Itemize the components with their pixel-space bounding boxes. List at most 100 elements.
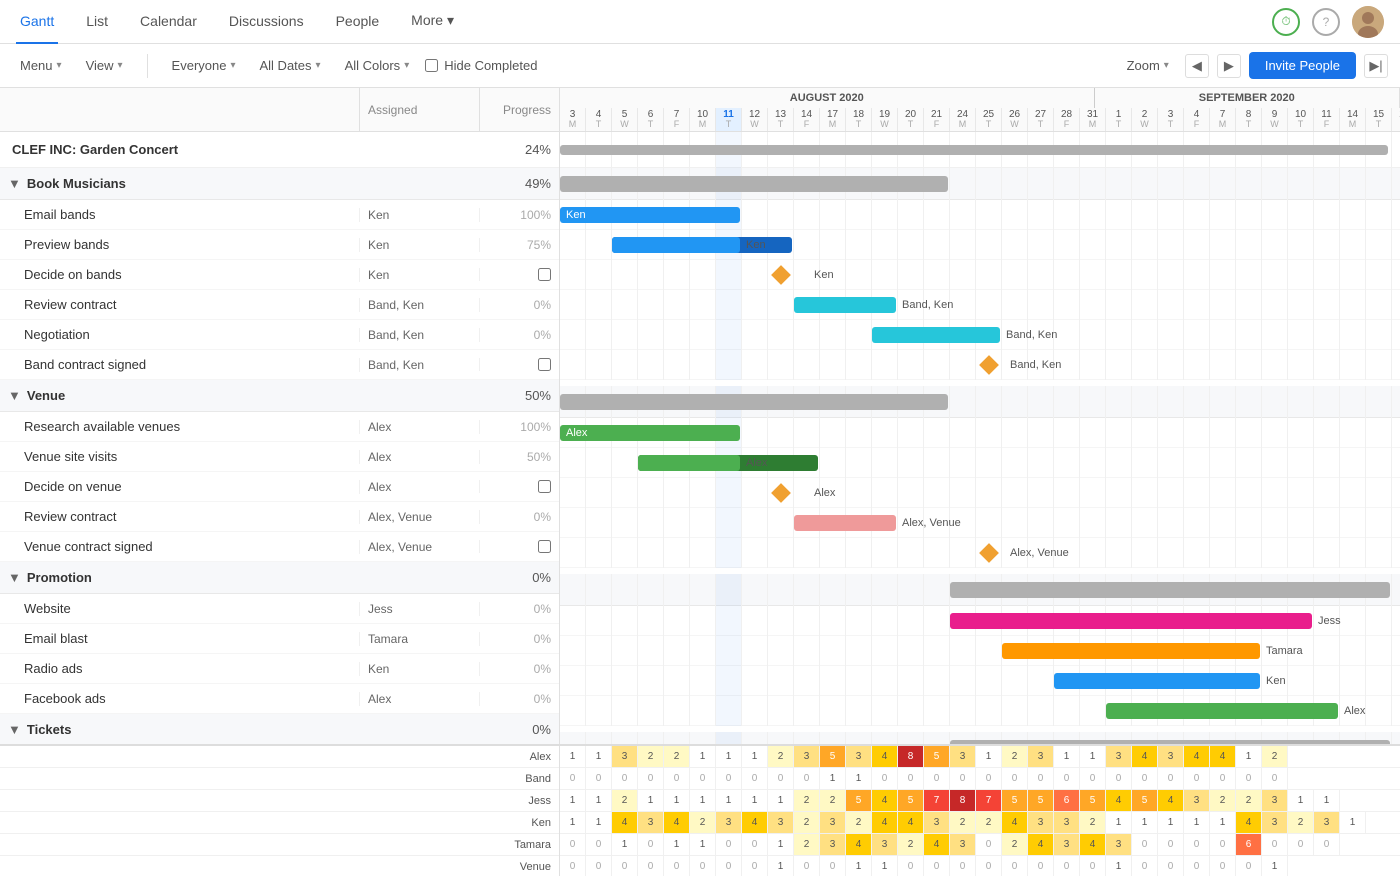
day-cell-0: 3M [560, 108, 586, 131]
gantt-col-16 [976, 636, 1002, 666]
wl-cell-5-24: 0 [1184, 856, 1210, 876]
nav-tab-more[interactable]: More ▾ [407, 0, 458, 44]
gantt-col-31 [1366, 636, 1392, 666]
task-progress: 0% [479, 632, 559, 646]
task-checkbox[interactable] [538, 540, 551, 553]
help-icon[interactable]: ? [1312, 8, 1340, 36]
wl-name-row-3: Ken [0, 812, 559, 834]
gantt-col-11 [846, 478, 872, 508]
wl-cell-4-28: 0 [1288, 834, 1314, 855]
gantt-col-0 [560, 666, 586, 696]
gantt-col-15 [950, 350, 976, 380]
gantt-col-23 [1158, 478, 1184, 508]
task-row-1-3: Review contract Alex, Venue 0% [0, 502, 559, 532]
gantt-col-10 [820, 538, 846, 568]
avatar[interactable] [1352, 6, 1384, 38]
wl-cell-2-16: 7 [976, 790, 1002, 811]
gantt-col-1 [586, 732, 612, 744]
wl-cell-1-26: 0 [1236, 768, 1262, 789]
everyone-button[interactable]: Everyone ▾ [164, 54, 244, 77]
task-checkbox[interactable] [538, 268, 551, 281]
gantt-col-4 [664, 606, 690, 636]
gantt-col-32 [1392, 538, 1400, 568]
gantt-col-23 [1158, 200, 1184, 230]
nav-tab-people[interactable]: People [332, 0, 384, 44]
gantt-section-venue [560, 386, 1400, 418]
wl-cell-4-27: 0 [1262, 834, 1288, 855]
gantt-col-32 [1392, 132, 1400, 168]
gantt-col-6 [716, 290, 742, 320]
all-dates-button[interactable]: All Dates ▾ [252, 54, 329, 77]
scroll-right-button[interactable]: ▶ [1217, 54, 1241, 78]
export-button[interactable]: ▶| [1364, 54, 1388, 78]
task-checkbox[interactable] [538, 480, 551, 493]
wl-cell-0-16: 1 [976, 746, 1002, 767]
nav-tab-list[interactable]: List [82, 0, 112, 44]
wl-cell-0-12: 4 [872, 746, 898, 767]
gantt-bar [794, 515, 896, 531]
gantt-col-27 [1262, 168, 1288, 200]
gantt-col-19 [1054, 168, 1080, 200]
gantt-col-31 [1366, 448, 1392, 478]
section-row-2[interactable]: ▼ Promotion 0% [0, 562, 559, 594]
gantt-col-1 [586, 350, 612, 380]
gantt-col-31 [1366, 386, 1392, 418]
gantt-col-10 [820, 350, 846, 380]
zoom-button[interactable]: Zoom ▾ [1119, 54, 1177, 77]
gantt-col-23 [1158, 508, 1184, 538]
task-name: Facebook ads [0, 691, 359, 706]
gantt-col-25 [1210, 448, 1236, 478]
gantt-col-22 [1132, 168, 1158, 200]
gantt-col-12 [872, 230, 898, 260]
hide-completed-label[interactable]: Hide Completed [425, 58, 537, 73]
gantt-col-15 [950, 290, 976, 320]
gantt-col-11 [846, 200, 872, 230]
section-row-3[interactable]: ▼ Tickets 0% [0, 714, 559, 744]
gantt-col-20 [1080, 260, 1106, 290]
wl-cell-3-11: 2 [846, 812, 872, 833]
gantt-task-venue-contract: Alex, Venue [560, 538, 1400, 568]
nav-tab-gantt[interactable]: Gantt [16, 0, 58, 44]
wl-cell-5-4: 0 [664, 856, 690, 876]
gantt-col-21 [1106, 168, 1132, 200]
gantt-col-21 [1106, 290, 1132, 320]
gantt-col-32 [1392, 508, 1400, 538]
gantt-col-29 [1314, 448, 1340, 478]
timer-icon[interactable]: ⏱ [1272, 8, 1300, 36]
gantt-col-16 [976, 200, 1002, 230]
wl-cell-2-2: 2 [612, 790, 638, 811]
gantt-task-email-bands: Ken [560, 200, 1400, 230]
wl-cell-5-5: 0 [690, 856, 716, 876]
wl-cell-1-2: 0 [612, 768, 638, 789]
gantt-col-25 [1210, 200, 1236, 230]
wl-cell-0-25: 4 [1210, 746, 1236, 767]
task-row-0-4: Negotiation Band, Ken 0% [0, 320, 559, 350]
gantt-col-10 [820, 666, 846, 696]
gantt-col-22 [1132, 260, 1158, 290]
left-rows: CLEF INC: Garden Concert 24% ▼ Book Musi… [0, 132, 559, 744]
task-checkbox[interactable] [538, 358, 551, 371]
menu-button[interactable]: Menu ▾ [12, 54, 70, 77]
nav-tab-discussions[interactable]: Discussions [225, 0, 308, 44]
nav-tab-calendar[interactable]: Calendar [136, 0, 201, 44]
gantt-col-21 [1106, 538, 1132, 568]
wl-cell-3-18: 3 [1028, 812, 1054, 833]
gantt-col-11 [846, 260, 872, 290]
wl-cell-3-20: 2 [1080, 812, 1106, 833]
scroll-left-button[interactable]: ◀ [1185, 54, 1209, 78]
section-row-1[interactable]: ▼ Venue 50% [0, 380, 559, 412]
task-assigned: Band, Ken [359, 298, 479, 312]
view-button[interactable]: View ▾ [78, 54, 131, 77]
task-assigned: Jess [359, 602, 479, 616]
all-colors-button[interactable]: All Colors ▾ [337, 54, 418, 77]
gantt-col-24 [1184, 260, 1210, 290]
bar-label: Tamara [1266, 645, 1303, 657]
gantt-col-27 [1262, 200, 1288, 230]
wl-cell-5-13: 0 [898, 856, 924, 876]
section-row-0[interactable]: ▼ Book Musicians 49% [0, 168, 559, 200]
bar-label: Alex [746, 457, 767, 469]
gantt-col-19 [1054, 260, 1080, 290]
invite-button[interactable]: Invite People [1249, 52, 1356, 79]
gantt-col-26 [1236, 200, 1262, 230]
hide-completed-checkbox[interactable] [425, 59, 438, 72]
